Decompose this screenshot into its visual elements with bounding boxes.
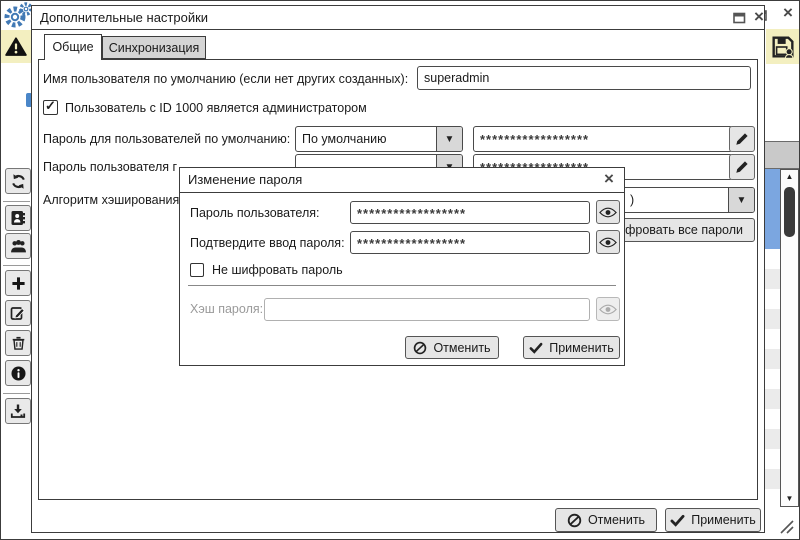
warning-icon <box>5 36 27 56</box>
button-label: ифровать все пароли <box>618 223 743 237</box>
table-rows-fragment <box>764 249 780 491</box>
save-users-button[interactable] <box>766 29 799 64</box>
default-password-input[interactable]: ****************** <box>473 126 733 152</box>
hash-algorithm-label: Алгоритм хэширования <box>43 193 180 207</box>
edit-icon <box>10 307 25 320</box>
outer-close-button[interactable]: × <box>783 4 793 21</box>
button-label: Применить <box>549 340 614 355</box>
check-icon: ✓ <box>45 98 56 113</box>
export-button[interactable] <box>5 398 31 424</box>
show-confirm-password-button[interactable] <box>596 230 620 254</box>
password-dialog-titlebar[interactable]: Изменение пароля × <box>180 168 624 193</box>
button-label: Отменить <box>433 340 491 355</box>
user-groups-button[interactable] <box>5 233 31 259</box>
scroll-down-arrow[interactable]: ▼ <box>781 492 798 506</box>
pencil-icon <box>736 133 748 145</box>
password-hash-label: Хэш пароля: <box>190 302 264 316</box>
cancel-icon <box>567 513 582 527</box>
username-label: Имя пользователя по умолчанию (если нет … <box>43 72 409 86</box>
cancel-button[interactable]: Отменить <box>405 336 499 359</box>
check-icon <box>670 514 685 527</box>
apply-button[interactable]: Применить <box>523 336 620 359</box>
password-dialog-title: Изменение пароля <box>188 172 303 187</box>
username-input[interactable]: superadmin <box>417 66 751 90</box>
tab-synchronization[interactable]: Синхронизация <box>102 36 206 59</box>
password-hash-input <box>264 298 590 321</box>
maximize-button[interactable] <box>733 12 746 24</box>
combo-value: ) <box>630 193 635 207</box>
toolbar-separator <box>3 265 30 266</box>
toolbar-separator <box>3 393 30 394</box>
chevron-down-icon[interactable]: ▼ <box>436 127 462 151</box>
close-button[interactable]: × <box>754 8 764 25</box>
warning-button[interactable] <box>1 30 31 63</box>
button-label: Применить <box>691 513 756 527</box>
toolbar-separator <box>3 201 30 202</box>
chevron-down-icon[interactable]: ▼ <box>728 188 754 212</box>
info-button[interactable] <box>5 360 31 386</box>
apply-button[interactable]: Применить <box>665 508 761 532</box>
refresh-button[interactable] <box>5 168 31 194</box>
default-password-label: Пароль для пользователей по умолчанию: <box>43 132 291 146</box>
cancel-icon <box>414 341 427 354</box>
save-icon <box>771 35 794 59</box>
users-group-icon <box>10 239 26 252</box>
admin-checkbox[interactable]: ✓ <box>43 98 58 115</box>
scroll-up-arrow[interactable]: ▲ <box>781 170 798 184</box>
settings-titlebar[interactable]: Дополнительные настройки × <box>32 6 764 30</box>
confirm-password-input[interactable]: ****************** <box>350 231 590 254</box>
edit-user-password-button[interactable] <box>729 154 755 180</box>
no-encrypt-checkbox[interactable] <box>190 263 204 277</box>
password-label: Пароль пользователя: <box>190 206 320 220</box>
change-password-dialog: Изменение пароля × Пароль пользователя: … <box>179 167 625 366</box>
download-icon <box>10 404 26 418</box>
scrollbar-thumb[interactable] <box>784 187 795 237</box>
edit-button[interactable] <box>5 300 31 326</box>
add-button[interactable] <box>5 270 31 296</box>
info-icon <box>10 365 26 381</box>
admin-checkbox-label: Пользователь с ID 1000 является админист… <box>65 101 367 115</box>
user-password-label: Пароль пользователя г <box>43 160 178 174</box>
tab-general[interactable]: Общие <box>44 34 102 60</box>
app-window: × ▲ ▼ Дополнительные настройки × Общие С… <box>0 0 800 540</box>
settings-title: Дополнительные настройки <box>40 10 209 25</box>
close-button[interactable]: × <box>604 170 614 187</box>
refresh-icon <box>11 173 25 189</box>
restore-icon <box>733 12 746 24</box>
cancel-button[interactable]: Отменить <box>555 508 657 532</box>
app-gear-icon <box>3 2 33 30</box>
table-scrollbar[interactable]: ▲ ▼ <box>780 169 799 507</box>
edit-default-password-button[interactable] <box>729 126 755 152</box>
button-label: Отменить <box>587 513 646 527</box>
eye-icon <box>599 207 617 217</box>
table-header-fragment <box>762 141 799 169</box>
pencil-icon <box>736 161 748 173</box>
confirm-password-label: Подтвердите ввод пароля: <box>190 236 345 250</box>
combo-value: По умолчанию <box>302 132 387 146</box>
delete-button[interactable] <box>5 330 31 356</box>
resize-grip[interactable] <box>771 513 795 535</box>
plus-icon <box>11 276 25 290</box>
trash-icon <box>12 336 24 350</box>
divider <box>188 285 616 286</box>
eye-icon <box>599 237 617 247</box>
password-input[interactable]: ****************** <box>350 201 590 224</box>
eye-icon <box>599 304 617 314</box>
table-selected-row-fragment <box>764 169 780 249</box>
default-password-combo[interactable]: По умолчанию ▼ <box>295 126 463 152</box>
address-book-icon <box>11 211 25 225</box>
no-encrypt-label: Не шифровать пароль <box>212 263 343 277</box>
show-password-button[interactable] <box>596 200 620 224</box>
show-hash-button-disabled <box>596 297 620 321</box>
check-icon <box>529 342 543 354</box>
address-book-button[interactable] <box>5 205 31 231</box>
